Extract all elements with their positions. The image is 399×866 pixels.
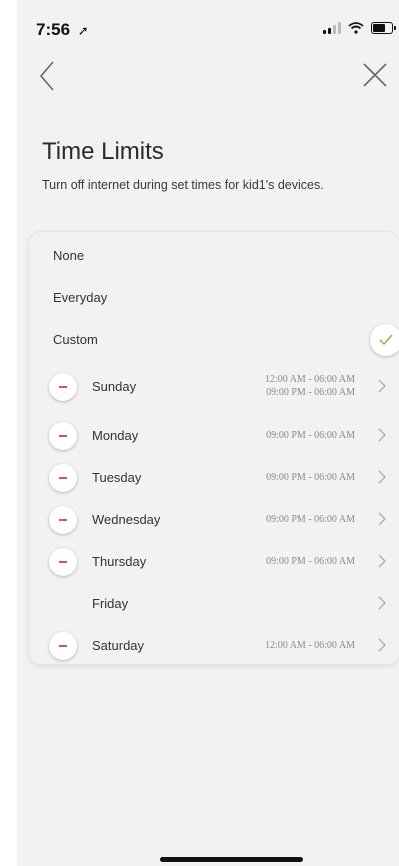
minus-icon xyxy=(59,561,67,563)
minus-icon xyxy=(59,477,67,479)
status-time: 7:56 ➚ xyxy=(36,20,89,40)
day-label: Sunday xyxy=(92,379,137,394)
day-label: Thursday xyxy=(92,554,147,569)
chevron-right-icon xyxy=(378,554,386,568)
time-range: 12:00 AM - 06:00 AM 09:00 PM - 06:00 AM xyxy=(265,373,355,399)
remove-sunday-button[interactable] xyxy=(49,373,77,401)
status-time-text: 7:56 xyxy=(36,20,71,39)
battery-icon xyxy=(371,22,396,34)
day-label: Tuesday xyxy=(92,470,142,485)
wifi-icon xyxy=(348,22,364,34)
page-title: Time Limits xyxy=(42,138,164,165)
close-button[interactable] xyxy=(357,58,393,94)
time-range: 12:00 AM - 06:00 AM xyxy=(264,640,355,651)
schedule-row-saturday[interactable]: Saturday 12:00 AM - 06:00 AM xyxy=(29,628,399,662)
status-icons xyxy=(323,22,396,34)
phone-screen: 7:56 ➚ Time Limits Turn off internet dur… xyxy=(17,0,399,866)
minus-icon xyxy=(59,435,67,437)
chevron-right-icon xyxy=(378,379,386,393)
time-range-2: 09:00 PM - 06:00 AM xyxy=(266,387,355,398)
schedule-row-friday[interactable]: Friday xyxy=(29,586,399,620)
home-indicator[interactable] xyxy=(160,857,303,862)
chevron-right-icon xyxy=(378,428,386,442)
location-arrow-icon: ➚ xyxy=(77,23,89,38)
option-none[interactable]: None xyxy=(53,248,84,263)
day-label: Friday xyxy=(92,596,129,611)
remove-wednesday-button[interactable] xyxy=(49,506,77,534)
minus-icon xyxy=(59,519,67,521)
time-range: 09:00 PM - 06:00 AM xyxy=(266,472,355,483)
remove-thursday-button[interactable] xyxy=(49,548,77,576)
minus-icon xyxy=(59,645,67,647)
custom-selected-check[interactable] xyxy=(370,324,399,356)
minus-icon xyxy=(59,386,67,388)
close-icon xyxy=(363,63,387,87)
chevron-right-icon xyxy=(378,638,386,652)
back-button[interactable] xyxy=(33,58,63,94)
schedule-row-thursday[interactable]: Thursday 09:00 PM - 06:00 AM xyxy=(29,544,399,578)
remove-monday-button[interactable] xyxy=(49,422,77,450)
chevron-left-icon xyxy=(39,61,54,91)
day-label: Saturday xyxy=(92,638,145,653)
day-label: Monday xyxy=(92,428,139,443)
schedule-row-wednesday[interactable]: Wednesday 09:00 PM - 06:00 AM xyxy=(29,502,399,536)
option-everyday[interactable]: Everyday xyxy=(53,290,107,305)
time-range-1: 12:00 AM - 06:00 AM xyxy=(264,374,355,385)
page-subtitle: Turn off internet during set times for k… xyxy=(42,178,324,192)
day-label: Wednesday xyxy=(92,512,161,527)
signal-icon xyxy=(323,22,341,34)
schedule-row-tuesday[interactable]: Tuesday 09:00 PM - 06:00 AM xyxy=(29,460,399,494)
schedule-row-sunday[interactable]: Sunday 12:00 AM - 06:00 AM 09:00 PM - 06… xyxy=(29,369,399,403)
chevron-right-icon xyxy=(378,470,386,484)
schedule-row-monday[interactable]: Monday 09:00 PM - 06:00 AM xyxy=(29,418,399,452)
time-range: 09:00 PM - 06:00 AM xyxy=(266,556,355,567)
checkmark-icon xyxy=(379,334,393,346)
time-range: 09:00 PM - 06:00 AM xyxy=(266,514,355,525)
option-custom[interactable]: Custom xyxy=(53,332,98,347)
chevron-right-icon xyxy=(378,512,386,526)
chevron-right-icon xyxy=(378,596,386,610)
time-range: 09:00 PM - 06:00 AM xyxy=(266,430,355,441)
time-limits-card: None Everyday Custom Sunday 12:00 AM - 0… xyxy=(29,232,399,664)
remove-saturday-button[interactable] xyxy=(49,632,77,660)
remove-tuesday-button[interactable] xyxy=(49,464,77,492)
